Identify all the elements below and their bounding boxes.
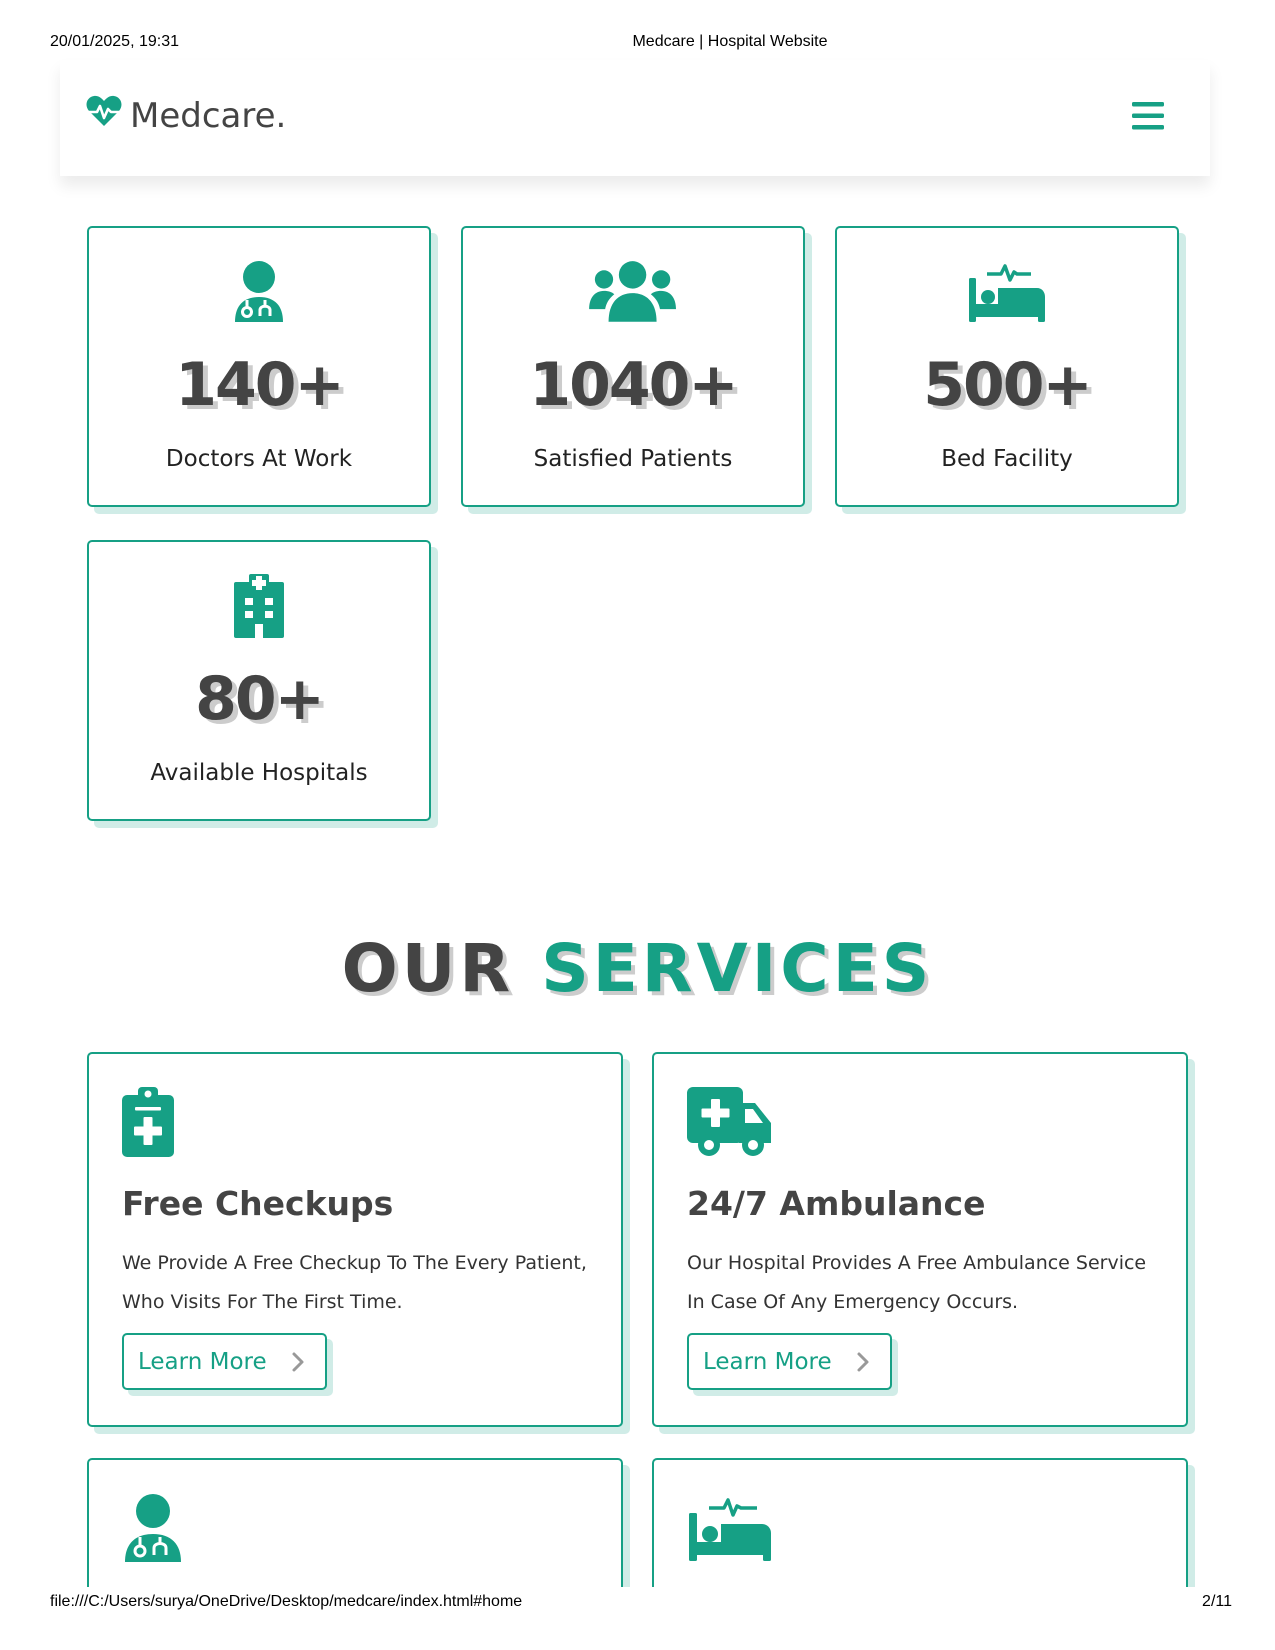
print-title: Medcare | Hospital Website — [632, 33, 828, 50]
users-icon — [463, 260, 803, 324]
menu-button[interactable] — [1132, 102, 1164, 130]
stat-card-doctors: 140+ Doctors At Work — [87, 226, 431, 507]
learn-more-button[interactable]: Learn More — [122, 1333, 327, 1390]
bed-pulse-icon — [837, 260, 1177, 324]
services-heading: OUR SERVICES — [0, 930, 1275, 1007]
stat-card-beds: 500+ Bed Facility — [835, 226, 1179, 507]
stat-label: Bed Facility — [941, 446, 1073, 472]
heading-first-word: OUR — [341, 930, 515, 1007]
stat-card-hospitals: 80+ Available Hospitals — [87, 540, 431, 821]
heartbeat-icon — [86, 95, 122, 136]
stat-card-patients: 1040+ Satisfied Patients — [461, 226, 805, 507]
print-url: file:///C:/Users/surya/OneDrive/Desktop/… — [50, 1593, 523, 1610]
logo-link[interactable]: Medcare. — [86, 95, 286, 136]
hospital-icon — [89, 574, 429, 638]
logo-text: Medcare. — [130, 95, 287, 136]
service-description: We Provide A Free Checkup To The Every P… — [122, 1252, 587, 1313]
stat-label: Available Hospitals — [150, 760, 368, 786]
stat-number: 1040+ — [529, 350, 738, 420]
learn-more-label: Learn More — [138, 1348, 267, 1375]
chevron-right-icon — [857, 1352, 869, 1372]
service-card-ambulance: 24/7 Ambulance Our Hospital Provides A F… — [652, 1052, 1188, 1427]
user-doctor-icon — [122, 1493, 184, 1563]
ambulance-icon — [687, 1087, 773, 1157]
page: 20/01/2025, 19:31 Medcare | Hospital Web… — [0, 0, 1275, 1650]
stat-label: Satisfied Patients — [533, 446, 733, 472]
service-card-checkups: Free Checkups We Provide A Free Checkup … — [87, 1052, 623, 1427]
heading-accent-word: SERVICES — [541, 930, 934, 1007]
service-description: Our Hospital Provides A Free Ambulance S… — [687, 1252, 1147, 1313]
navbar: Medcare. — [60, 60, 1210, 176]
service-title: 24/7 Ambulance — [687, 1184, 986, 1223]
learn-more-button[interactable]: Learn More — [687, 1333, 892, 1390]
stat-number: 80+ — [195, 664, 325, 734]
service-title: Free Checkups — [122, 1184, 394, 1223]
stat-number: 140+ — [175, 350, 345, 420]
chevron-right-icon — [292, 1352, 304, 1372]
stat-label: Doctors At Work — [165, 446, 353, 472]
hamburger-icon — [1132, 102, 1164, 130]
stat-number: 500+ — [923, 350, 1093, 420]
clipboard-medical-icon — [122, 1087, 174, 1157]
learn-more-label: Learn More — [703, 1348, 832, 1375]
bed-pulse-icon — [687, 1493, 773, 1563]
print-page-number: 2/11 — [1202, 1593, 1232, 1610]
user-doctor-icon — [89, 260, 429, 324]
